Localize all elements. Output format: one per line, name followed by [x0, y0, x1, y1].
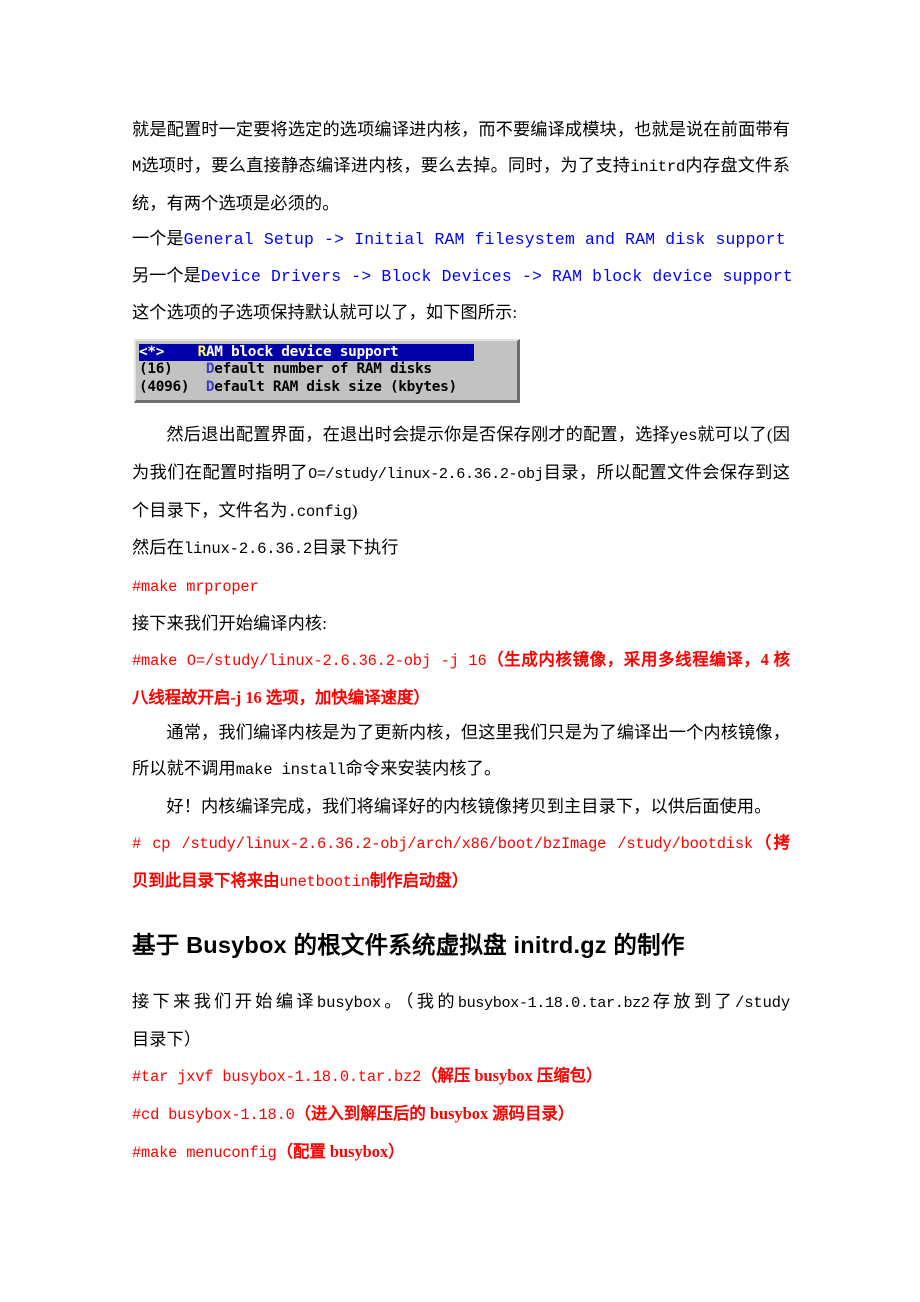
command-cp-unetbootin: unetbootin: [279, 872, 371, 891]
menuconfig-screenshot: <*> RAM block device support (16) Defaul…: [134, 338, 790, 403]
command-tar-busybox-note: （解压 busybox 压缩包）: [421, 1065, 603, 1085]
command-tar-busybox-code: #tar jxvf busybox-1.18.0.tar.bz2: [132, 1067, 422, 1086]
document-page: 就是配置时一定要将选定的选项编译进内核，而不要编译成模块，也就是说在前面带有 M选…: [0, 0, 920, 1302]
then-text-b: 目录下执行: [312, 538, 399, 558]
busybox-text-c: 存放到了: [649, 992, 736, 1012]
document-body: 就是配置时一定要将选定的选项编译进内核，而不要编译成模块，也就是说在前面带有 M选…: [132, 112, 793, 1172]
menu-path-1-prefix: 一个是: [132, 229, 184, 249]
menuconfig-row-0-prefix: <*>: [139, 343, 198, 360]
menuconfig-row: (16) Default number of RAM disks: [139, 361, 514, 378]
paragraph-good: 好！内核编译完成，我们将编译好的内核镜像拷贝到主目录下，以供后面使用。: [166, 796, 772, 816]
menu-path-1-value: General Setup -> Initial RAM filesystem …: [183, 230, 786, 250]
command-cp-bzimage-code: # cp /study/linux-2.6.36.2-obj/arch/x86/…: [132, 834, 753, 853]
paragraph-next-build: 接下来我们开始编译内核:: [132, 613, 328, 633]
exit-obj-path: O=/study/linux-2.6.36.2-obj: [308, 464, 544, 483]
command-make-obj: #make O=/study/linux-2.6.36.2-obj -j 16（…: [132, 642, 790, 716]
menuconfig-row-0-hotkey: R: [197, 343, 207, 360]
menu-path-2-value: Device Drivers -> Block Devices -> RAM b…: [200, 267, 793, 287]
command-tar-busybox: #tar jxvf busybox-1.18.0.tar.bz2（解压 busy…: [132, 1058, 790, 1096]
exit-yes: yes: [669, 426, 698, 445]
exit-text-a: 然后退出配置界面，在退出时会提示你是否保存刚才的配置，选择: [166, 424, 670, 444]
then-text-a: 然后在: [132, 538, 184, 558]
menuconfig-row-1-prefix: (16): [139, 361, 206, 378]
menu-path-line-2: 另一个是Device Drivers -> Block Devices -> R…: [132, 258, 793, 295]
command-make-mrproper: #make mrproper: [132, 568, 790, 606]
paragraph-usually: 通常，我们编译内核是为了更新内核，但这里我们只是为了编译出一个内核镜像，所以就不…: [132, 715, 790, 789]
paragraph-exit-config: 然后退出配置界面，在退出时会提示你是否保存刚才的配置，选择yes就可以了(因为我…: [132, 417, 790, 530]
menuconfig-row-2-label: efault RAM disk size (kbytes): [214, 378, 457, 395]
usually-make-install: make install: [235, 761, 346, 780]
command-make-obj-code: #make O=/study/linux-2.6.36.2-obj -j 16: [132, 651, 487, 670]
command-make-menuconfig: #make menuconfig（配置 busybox）: [132, 1134, 790, 1172]
intro-initrd: initrd: [630, 157, 686, 176]
intro-m-option: M: [132, 157, 142, 176]
command-cp-note-2: 制作启动盘）: [369, 870, 469, 890]
menuconfig-row-selected: <*> RAM block device support: [139, 343, 474, 362]
command-cd-busybox: #cd busybox-1.18.0（进入到解压后的 busybox 源码目录）: [132, 1096, 790, 1134]
command-cd-busybox-code: #cd busybox-1.18.0: [132, 1105, 295, 1124]
busybox-package: busybox-1.18.0.tar.bz2: [457, 994, 650, 1013]
menuconfig-row-1-label: efault number of RAM disks: [214, 361, 432, 378]
command-make-menuconfig-note: （配置 busybox）: [276, 1141, 405, 1161]
paragraph-busybox-intro: 接下来我们开始编译busybox。（我的busybox-1.18.0.tar.b…: [132, 984, 790, 1058]
busybox-text-a: 接下来我们开始编译: [132, 992, 317, 1012]
paragraph-intro: 就是配置时一定要将选定的选项编译进内核，而不要编译成模块，也就是说在前面带有 M选…: [132, 112, 790, 221]
busybox-text-b: 。（我的: [381, 992, 458, 1012]
then-kernel-dir: linux-2.6.36.2: [183, 540, 313, 559]
intro-text-1: 就是配置时一定要将选定的选项编译进内核，而不要编译成模块，也就是说在前面带有: [132, 120, 790, 139]
paragraph-then-exec: 然后在linux-2.6.36.2目录下执行: [132, 530, 790, 568]
busybox-study-dir: /study: [735, 994, 790, 1013]
command-cd-busybox-note: （进入到解压后的 busybox 源码目录）: [294, 1103, 575, 1123]
usually-text-b: 命令来安装内核了。: [345, 759, 502, 779]
menu-path-line-1: 一个是General Setup -> Initial RAM filesyst…: [132, 221, 790, 258]
section-heading-busybox: 基于 Busybox 的根文件系统虚拟盘 initrd.gz 的制作: [132, 932, 685, 959]
command-make-mrproper-text: #make mrproper: [132, 578, 259, 597]
exit-text-d: ): [351, 500, 358, 520]
menuconfig-row: (4096) Default RAM disk size (kbytes): [139, 379, 514, 396]
busybox-text-d: 目录下）: [132, 1030, 202, 1050]
menuconfig-dialog: <*> RAM block device support (16) Defaul…: [134, 338, 520, 403]
menuconfig-row-0-label: AM block device support: [205, 343, 399, 360]
command-cp-bzimage: # cp /study/linux-2.6.36.2-obj/arch/x86/…: [132, 825, 790, 901]
exit-config-file: .config: [287, 502, 352, 521]
menu-path-2-prefix: 另一个是: [132, 266, 201, 286]
paragraph-sub-default: 这个选项的子选项保持默认就可以了，如下图所示:: [132, 302, 518, 322]
intro-text-2: 选项时，要么直接静态编译进内核，要么去掉。同时，为了支持: [141, 155, 631, 175]
menuconfig-row-2-prefix: (4096): [139, 378, 206, 395]
command-make-menuconfig-code: #make menuconfig: [132, 1143, 277, 1162]
busybox-name: busybox: [316, 994, 382, 1013]
